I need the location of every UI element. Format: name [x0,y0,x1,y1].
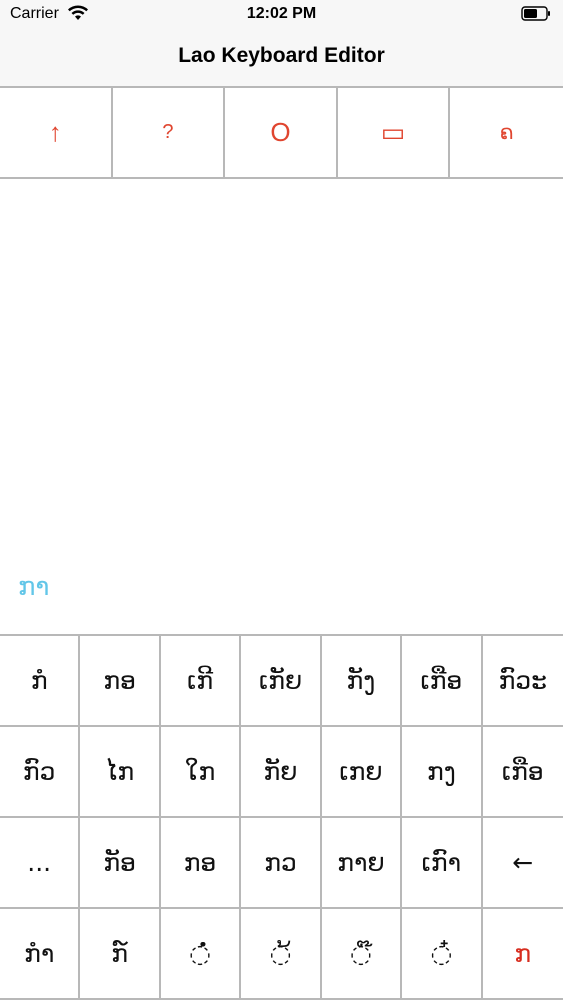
editor-text: ກາ [18,572,50,602]
key[interactable]: ເກົາ [402,818,483,909]
key[interactable]: ກວ [241,818,322,909]
rectangle-button[interactable]: ▭ [338,88,451,177]
key[interactable]: ກອ [160,818,242,909]
up-arrow-button[interactable]: ↑ [0,88,113,177]
key[interactable]: ກົວ [0,727,81,818]
key[interactable]: ກງ [402,727,483,818]
key[interactable]: ໃກ [160,727,242,818]
tone-mark-key[interactable]: ◌້ [241,909,322,1000]
tone-mark-key[interactable]: ◌໊ [321,909,403,1000]
up-arrow-icon: ↑ [48,117,62,147]
key[interactable]: ໄກ [80,727,161,818]
key[interactable]: ກໍ [0,636,81,727]
key[interactable]: ກັອ [80,818,161,909]
ellipsis-key[interactable]: ... [0,818,81,909]
key[interactable]: ກັຍ [241,727,322,818]
circle-button[interactable]: O [225,88,338,177]
key[interactable]: ກົວະ [482,636,563,727]
text-editor[interactable]: ກາ [0,179,563,634]
tone-mark-key[interactable]: ◌ໍ່ [160,909,242,1000]
backspace-key[interactable]: ← [482,818,563,909]
clock: 12:02 PM [246,5,317,22]
key[interactable]: ເກີ [160,636,242,727]
key[interactable]: ກອ [80,636,161,727]
page-title: Lao Keyboard Editor [178,44,385,67]
key[interactable]: ກ໌ [80,909,161,1000]
key[interactable]: ກັງ [321,636,403,727]
question-icon: ? [162,121,174,143]
toolbar: ↑ ? O ▭ ຄ [0,86,563,179]
rectangle-icon: ▭ [380,117,406,147]
question-button[interactable]: ? [113,88,226,177]
key[interactable]: ເກັຍ [241,636,322,727]
key[interactable]: ກາຍ [321,818,403,909]
circle-icon: O [270,117,291,147]
navigation-bar: Lao Keyboard Editor [0,30,563,86]
key[interactable]: ກໍາ [0,909,81,1000]
status-bar: Carrier 12:02 PM [0,0,563,30]
tone-mark-key[interactable]: ◌໋ [402,909,483,1000]
battery-icon [521,6,550,21]
lao-letter-button[interactable]: ຄ [450,88,563,177]
lao-keyboard: ກໍ ກອ ເກີ ເກັຍ ກັງ ເກືອ ກົວະ ກົວ ໄກ ໃກ ກ… [0,634,563,1000]
lao-letter-icon: ຄ [499,122,514,144]
keyboard-switch-key[interactable]: ກ [482,909,563,1000]
key[interactable]: ເກຍ [321,727,403,818]
key[interactable]: ເກືອ [402,636,483,727]
key[interactable]: ເກືອ [482,727,563,818]
